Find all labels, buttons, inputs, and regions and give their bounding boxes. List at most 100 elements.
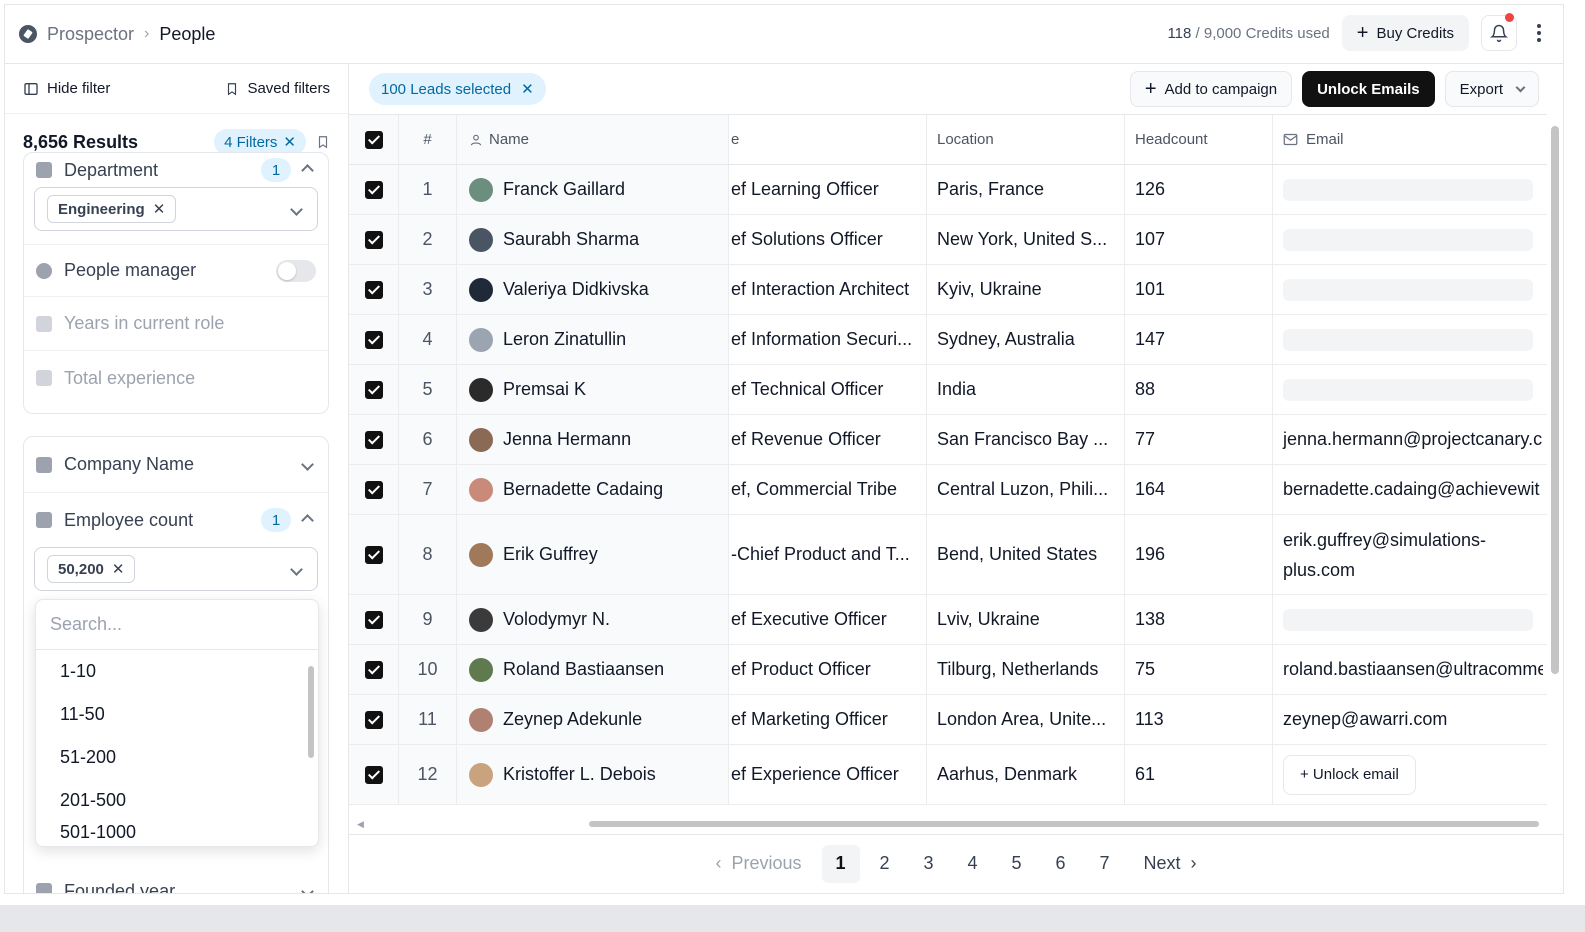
dropdown-option[interactable]: 11-50 <box>36 693 318 736</box>
name-cell[interactable]: Erik Guffrey <box>457 515 729 594</box>
name-cell[interactable]: Bernadette Cadaing <box>457 465 729 514</box>
next-page-button[interactable]: Next › <box>1132 845 1209 883</box>
unlock-email-button[interactable]: + Unlock email <box>1283 754 1416 795</box>
row-checkbox[interactable] <box>364 180 383 199</box>
notifications-button[interactable] <box>1481 13 1517 51</box>
header-name[interactable]: Name <box>457 115 729 164</box>
row-checkbox[interactable] <box>364 710 383 729</box>
page-number[interactable]: 5 <box>998 845 1036 883</box>
remove-tag-icon[interactable]: ✕ <box>153 200 166 218</box>
name-cell[interactable]: Volodymyr N. <box>457 595 729 644</box>
table-row[interactable]: 10 Roland Bastiaansen ef Product Officer Ti… <box>349 645 1547 695</box>
name-cell[interactable]: Leron Zinatullin <box>457 315 729 364</box>
avatar <box>469 477 493 502</box>
headcount: 196 <box>1125 515 1273 594</box>
dropdown-option[interactable]: 501-1000 <box>36 822 318 846</box>
row-checkbox[interactable] <box>364 660 383 679</box>
name-cell[interactable]: Valeriya Didkivska <box>457 265 729 314</box>
name-cell[interactable]: Roland Bastiaansen <box>457 645 729 694</box>
chevron-up-icon[interactable] <box>301 513 314 527</box>
bookmark-icon[interactable] <box>316 134 330 150</box>
email-value[interactable]: erik.guffrey@simulations-plus.com <box>1283 525 1533 585</box>
chevron-up-icon[interactable] <box>301 163 314 177</box>
row-checkbox[interactable] <box>364 430 383 449</box>
more-options-icon[interactable] <box>1529 15 1549 51</box>
chevron-down-icon[interactable] <box>301 884 314 893</box>
page-number[interactable]: 1 <box>821 844 860 883</box>
header-title[interactable]: e <box>729 115 927 164</box>
header-email[interactable]: Email <box>1273 115 1543 164</box>
email-value[interactable]: roland.bastiaansen@ultracomme <box>1283 659 1543 680</box>
department-select[interactable]: Engineering ✕ <box>34 187 318 231</box>
dropdown-search-input[interactable]: Search... <box>36 600 318 650</box>
saved-filters-button[interactable]: Saved filters <box>225 80 330 97</box>
chevron-down-icon[interactable] <box>290 202 303 216</box>
row-checkbox[interactable] <box>364 765 383 784</box>
remove-tag-icon[interactable]: ✕ <box>112 560 125 578</box>
table-row[interactable]: 12 Kristoffer L. Debois ef Experience Offi… <box>349 745 1547 805</box>
table-row[interactable]: 2 Saurabh Sharma ef Solutions Officer New Y… <box>349 215 1547 265</box>
employee-count-header[interactable]: Employee count 1 <box>24 493 328 547</box>
header-headcount[interactable]: Headcount <box>1125 115 1273 164</box>
leads-selected-chip[interactable]: 100 Leads selected ✕ <box>369 73 546 105</box>
page-number[interactable]: 3 <box>910 845 948 883</box>
export-button[interactable]: Export <box>1444 71 1539 107</box>
department-header[interactable]: Department 1 <box>24 153 328 187</box>
row-checkbox[interactable] <box>364 280 383 299</box>
people-manager-toggle[interactable] <box>276 259 316 282</box>
horizontal-scrollbar[interactable]: ◀ <box>357 819 1539 829</box>
people-manager-row[interactable]: People manager <box>24 245 328 297</box>
unlock-emails-button[interactable]: Unlock Emails <box>1302 71 1435 107</box>
table-row[interactable]: 1 Franck Gaillard ef Learning Officer Paris… <box>349 165 1547 215</box>
email-value[interactable]: bernadette.cadaing@achievewit <box>1283 479 1539 500</box>
header-location[interactable]: Location <box>927 115 1125 164</box>
buy-credits-button[interactable]: + Buy Credits <box>1341 15 1469 51</box>
row-checkbox[interactable] <box>364 480 383 499</box>
add-to-campaign-button[interactable]: + Add to campaign <box>1129 71 1293 107</box>
select-all-checkbox[interactable] <box>364 130 383 149</box>
table-row[interactable]: 3 Valeriya Didkivska ef Interaction Archit… <box>349 265 1547 315</box>
dropdown-scrollbar[interactable] <box>308 666 314 758</box>
row-checkbox[interactable] <box>364 610 383 629</box>
name-cell[interactable]: Franck Gaillard <box>457 165 729 214</box>
hide-filter-button[interactable]: Hide filter <box>23 80 110 97</box>
clear-selection-icon[interactable]: ✕ <box>521 80 534 98</box>
breadcrumb-prospector[interactable]: Prospector <box>47 24 134 45</box>
row-checkbox[interactable] <box>364 230 383 249</box>
row-checkbox[interactable] <box>364 545 383 564</box>
table-row[interactable]: 8 Erik Guffrey -Chief Product and T... Bend… <box>349 515 1547 595</box>
name-cell[interactable]: Kristoffer L. Debois <box>457 745 729 804</box>
page-number[interactable]: 4 <box>954 845 992 883</box>
employee-count-select[interactable]: 50,200 ✕ <box>34 547 318 591</box>
table-row[interactable]: 9 Volodymyr N. ef Executive Officer Lviv, U… <box>349 595 1547 645</box>
table-row[interactable]: 5 Premsai K ef Technical Officer India 88 <box>349 365 1547 415</box>
page-number[interactable]: 2 <box>866 845 904 883</box>
vertical-scrollbar[interactable] <box>1551 126 1559 674</box>
founded-year-row[interactable]: Founded year <box>24 867 328 893</box>
total-experience-row[interactable]: Total experience <box>24 351 328 405</box>
row-checkbox[interactable] <box>364 380 383 399</box>
table-row[interactable]: 11 Zeynep Adekunle ef Marketing Officer Lon… <box>349 695 1547 745</box>
chevron-down-icon[interactable] <box>301 458 314 471</box>
chevron-down-icon[interactable] <box>290 562 303 576</box>
company-name-row[interactable]: Company Name <box>24 437 328 493</box>
dropdown-option[interactable]: 1-10 <box>36 650 318 693</box>
clear-filters-icon[interactable]: ✕ <box>283 133 296 151</box>
name-cell[interactable]: Jenna Hermann <box>457 415 729 464</box>
dropdown-option[interactable]: 51-200 <box>36 736 318 779</box>
email-value[interactable]: jenna.hermann@projectcanary.c <box>1283 429 1542 450</box>
table-row[interactable]: 4 Leron Zinatullin ef Information Securi..… <box>349 315 1547 365</box>
name-cell[interactable]: Saurabh Sharma <box>457 215 729 264</box>
location: San Francisco Bay ... <box>927 415 1125 464</box>
row-checkbox[interactable] <box>364 330 383 349</box>
table-row[interactable]: 7 Bernadette Cadaing ef, Commercial Tribe C… <box>349 465 1547 515</box>
table-row[interactable]: 6 Jenna Hermann ef Revenue Officer San Fran… <box>349 415 1547 465</box>
page-number[interactable]: 7 <box>1086 845 1124 883</box>
dropdown-option[interactable]: 201-500 <box>36 779 318 822</box>
email-value[interactable]: zeynep@awarri.com <box>1283 709 1447 730</box>
years-in-role-row[interactable]: Years in current role <box>24 297 328 351</box>
name-cell[interactable]: Premsai K <box>457 365 729 414</box>
page-number[interactable]: 6 <box>1042 845 1080 883</box>
previous-page-button[interactable]: ‹ Previous <box>703 845 813 883</box>
name-cell[interactable]: Zeynep Adekunle <box>457 695 729 744</box>
